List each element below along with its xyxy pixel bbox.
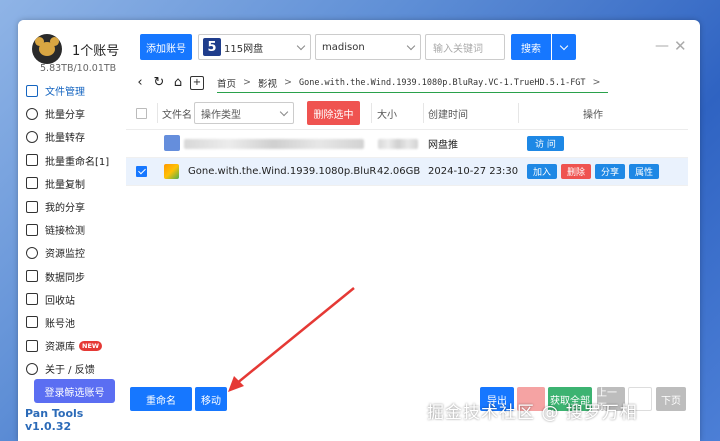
app-window: 1个账号 5.83TB/10.01TB 文件管理 批量分享 批量转存 批量重命名… (18, 20, 700, 441)
annotation-arrow-icon (228, 287, 355, 392)
watermark: 掘金技术社区 @ 搜罗万相 (427, 403, 638, 423)
